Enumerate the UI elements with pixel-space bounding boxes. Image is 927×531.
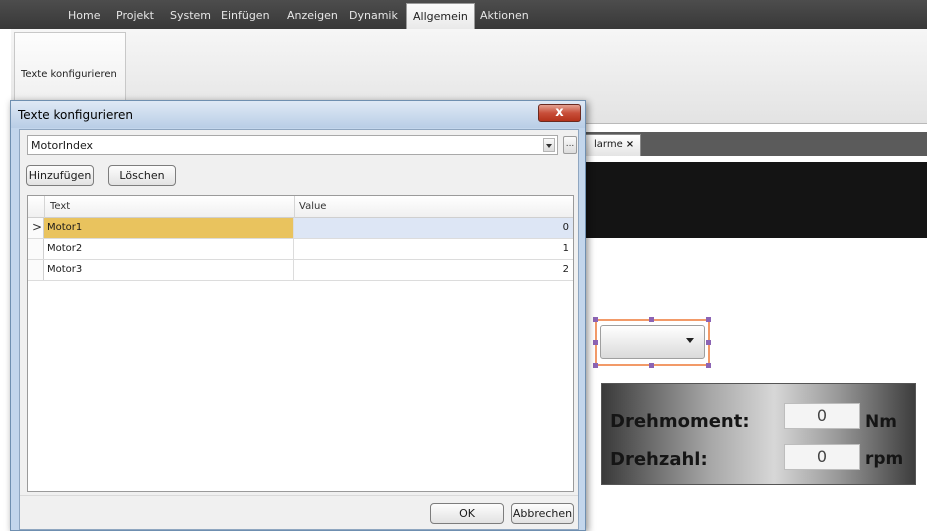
speed-label: Drehzahl: (610, 449, 708, 470)
chevron-down-icon (686, 338, 694, 343)
row-header[interactable] (28, 239, 44, 259)
ribbon-menubar: Home Projekt System Einfügen Anzeigen Dy… (0, 0, 927, 29)
close-button[interactable]: x (538, 104, 581, 122)
value-cell[interactable]: 0 (294, 218, 573, 238)
menu-home[interactable]: Home (68, 9, 100, 22)
table-row[interactable]: Motor3 2 (28, 260, 573, 281)
motor-status-panel: Drehmoment: 0 Nm Drehzahl: 0 rpm (601, 383, 916, 485)
current-row-arrow-icon: > (32, 220, 43, 234)
resize-handle[interactable] (593, 363, 598, 368)
text-cell[interactable]: Motor3 (44, 260, 294, 280)
menu-dynamik[interactable]: Dynamik (349, 9, 398, 22)
grid-header: Text Value (28, 196, 573, 218)
text-list-selector[interactable]: MotorIndex (27, 135, 558, 155)
resize-handle[interactable] (593, 317, 598, 322)
document-tab[interactable]: larme × (583, 134, 641, 156)
text-value-grid: Text Value > Motor1 0 Motor2 1 Motor3 2 (27, 195, 574, 492)
torque-label: Drehmoment: (610, 411, 750, 432)
column-header-text[interactable]: Text (50, 201, 70, 212)
column-header-value[interactable]: Value (299, 201, 326, 212)
resize-handle[interactable] (706, 363, 711, 368)
tab-close-icon[interactable]: × (626, 139, 634, 150)
table-row[interactable]: > Motor1 0 (28, 218, 573, 239)
texte-konfigurieren-dialog: Texte konfigurieren x MotorIndex ... Hin… (10, 100, 586, 531)
menu-projekt[interactable]: Projekt (116, 9, 154, 22)
column-separator (44, 196, 45, 218)
resize-handle[interactable] (706, 340, 711, 345)
document-tab-label: larme (594, 139, 623, 150)
text-cell[interactable]: Motor1 (44, 218, 294, 238)
screen-combobox[interactable] (600, 325, 705, 359)
dialog-titlebar[interactable]: Texte konfigurieren x (11, 101, 585, 128)
delete-button[interactable]: Löschen (108, 165, 176, 186)
add-button[interactable]: Hinzufügen (26, 165, 94, 186)
dialog-title: Texte konfigurieren (18, 108, 134, 122)
browse-button[interactable]: ... (563, 136, 577, 154)
screen-header-band (583, 162, 927, 238)
document-tabstrip: larme × (583, 132, 927, 156)
ok-button[interactable]: OK (430, 503, 504, 524)
resize-handle[interactable] (649, 317, 654, 322)
table-row[interactable]: Motor2 1 (28, 239, 573, 260)
menu-system[interactable]: System (170, 9, 211, 22)
menu-allgemein[interactable]: Allgemein (406, 3, 475, 29)
menu-anzeigen[interactable]: Anzeigen (287, 9, 338, 22)
ribbon-button-label: Texte konfigurieren (21, 69, 117, 80)
text-list-value: MotorIndex (31, 139, 94, 152)
resize-handle[interactable] (649, 363, 654, 368)
dialog-client: MotorIndex ... Hinzufügen Löschen Text V… (19, 129, 579, 530)
menu-aktionen[interactable]: Aktionen (480, 9, 529, 22)
close-icon: x (555, 105, 564, 120)
menu-einfuegen[interactable]: Einfügen (221, 9, 270, 22)
torque-unit: Nm (865, 412, 897, 432)
value-cell[interactable]: 1 (294, 239, 573, 259)
torque-value-field[interactable]: 0 (784, 403, 860, 429)
speed-unit: rpm (865, 449, 904, 469)
cancel-button[interactable]: Abbrechen (511, 503, 574, 524)
value-cell[interactable]: 2 (294, 260, 573, 280)
speed-value-field[interactable]: 0 (784, 444, 860, 470)
dialog-footer: OK Abbrechen (20, 495, 578, 529)
text-cell[interactable]: Motor2 (44, 239, 294, 259)
resize-handle[interactable] (706, 317, 711, 322)
column-separator[interactable] (294, 196, 295, 218)
row-header[interactable]: > (28, 218, 44, 238)
chevron-down-icon[interactable] (543, 138, 555, 152)
resize-handle[interactable] (593, 340, 598, 345)
row-header[interactable] (28, 260, 44, 280)
